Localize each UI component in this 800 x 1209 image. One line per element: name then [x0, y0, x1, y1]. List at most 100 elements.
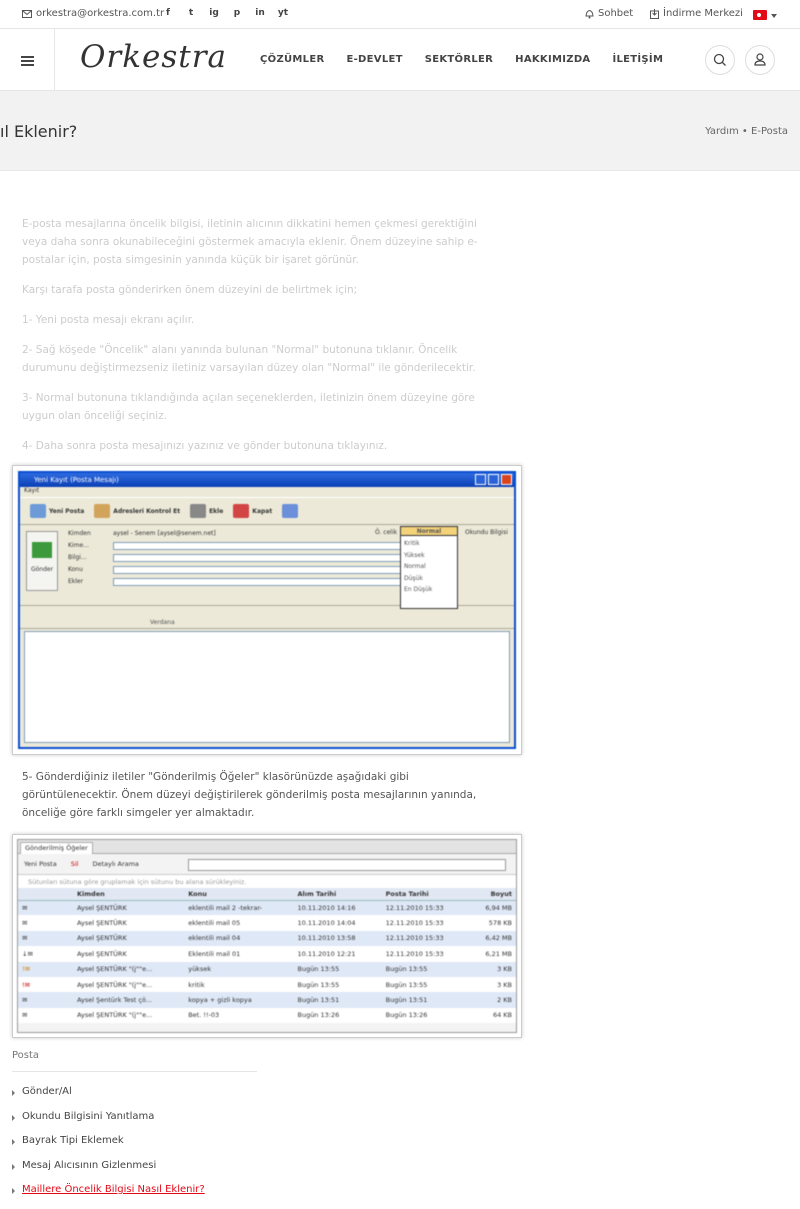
search-button[interactable] [705, 45, 735, 75]
cell: 6,21 MB [469, 946, 516, 962]
cell: 10.11.2010 14:16 [293, 900, 382, 916]
turkish-flag-icon[interactable] [753, 10, 767, 20]
user-icon [754, 53, 766, 66]
cell: Aysel ŞENTÜRK [73, 946, 185, 962]
send-button: Gönder [26, 531, 58, 591]
cell: Eklentili mail 01 [184, 946, 294, 962]
tool-label: Yeni Posta [49, 507, 85, 515]
cell: eklentili mail 04 [184, 930, 294, 947]
table-row: !✉ Aysel ŞENTÜRK "(j""e... kritik Bugün 13:… [18, 976, 516, 993]
pencil-icon [282, 504, 299, 518]
cell: 12.11.2010 15:33 [381, 915, 470, 931]
column-header: Kimden [73, 888, 185, 901]
envelope-icon: ✉ [18, 930, 73, 947]
nav-item-sectors[interactable]: SEKTÖRLER [425, 54, 493, 65]
email-link[interactable]: orkestra@orkestra.com.tr [22, 8, 164, 19]
chevron-down-icon[interactable] [771, 14, 777, 18]
pinterest-icon[interactable]: p [231, 7, 243, 19]
subject-row: Konu [68, 565, 428, 574]
user-account-button[interactable] [745, 45, 775, 75]
nav-item-contact[interactable]: İLETİŞİM [612, 54, 663, 65]
instagram-icon[interactable]: ig [208, 7, 220, 19]
article-lead: Karşı tarafa posta gönderirken önem düze… [22, 284, 358, 296]
logo[interactable]: Orkestra [80, 39, 227, 75]
field-label: Bilgi... [68, 554, 87, 561]
nav-item-about[interactable]: HAKKIMIZDA [515, 54, 590, 65]
paperclip-icon [190, 504, 207, 518]
cell: 12.11.2010 15:33 [381, 900, 470, 916]
cell: 10.11.2010 14:04 [293, 915, 382, 931]
cell: Aysel Şentürk Test çö... [73, 992, 185, 1008]
high-priority-envelope-icon: !✉ [18, 961, 73, 977]
article-step-3: 3- Normal butonuna tıklandığında açılan … [22, 392, 475, 422]
article-step-2: 2- Sağ köşede "Öncelik" alanı yanında bu… [22, 344, 476, 374]
cell: Bet. !!-03 [184, 1007, 294, 1024]
article-intro: E-posta mesajlarına öncelik bilgisi, ile… [22, 218, 478, 266]
article-step-5: 5- Gönderdiğiniz iletiler "Gönderilmiş Ö… [22, 771, 477, 819]
linkedin-icon[interactable]: in [254, 7, 266, 19]
table-row: ✉ Aysel ŞENTÜRK "(j""e... Bet. !!-03 Bugün … [18, 1007, 516, 1024]
youtube-icon[interactable]: yt [277, 7, 289, 19]
table-row: ✉ Aysel Şentürk Test çö... kopya + gizli k… [18, 992, 516, 1008]
sidebar-item-mail-priority[interactable]: Maillere Öncelik Bilgisi Nasıl Eklenir? [12, 1184, 257, 1209]
cell: 3 KB [469, 961, 516, 977]
table-row: ↓✉ Aysel ŞENTÜRK Eklentili mail 01 10.11.20… [18, 946, 516, 962]
download-center-link[interactable]: İndirme Merkezi [650, 8, 743, 19]
column-header: Boyut [469, 888, 516, 901]
cell: 64 KB [469, 1007, 516, 1024]
cell: kritik [184, 976, 294, 993]
nav-item-solutions[interactable]: ÇÖZÜMLER [260, 54, 324, 65]
attach-tool: Ekle [190, 504, 223, 518]
main-nav: ÇÖZÜMLER E-DEVLET SEKTÖRLER HAKKIMIZDA İ… [260, 54, 663, 65]
sidebar-item-hide-recipients[interactable]: Mesaj Alıcısının Gizlenmesi [12, 1160, 257, 1185]
sidebar-item-send-receive[interactable]: Gönder/Al [12, 1086, 257, 1111]
download-label: İndirme Merkezi [663, 8, 743, 19]
cell: Aysel ŞENTÜRK "(j""e... [73, 961, 185, 977]
cell: 578 KB [469, 915, 516, 931]
cell: Bugün 13:51 [293, 992, 382, 1008]
sidebar-heading: Posta [12, 1050, 257, 1072]
cell: 12.11.2010 15:33 [381, 930, 470, 947]
sidebar-item-read-receipt[interactable]: Okundu Bilgisini Yanıtlama [12, 1111, 257, 1136]
social-links: f t ig p in yt [162, 7, 289, 19]
tool-label: Kapat [252, 507, 273, 515]
attachments-field [113, 577, 428, 586]
hamburger-icon-line [21, 64, 34, 66]
new-mail-icon [30, 504, 46, 518]
font-select: Verdana [150, 619, 175, 626]
field-label: Ekler [68, 578, 84, 585]
breadcrumb[interactable]: Yardım • E-Posta [705, 126, 788, 137]
chat-link[interactable]: Sohbet [585, 8, 633, 19]
cell: Aysel ŞENTÜRK [73, 900, 185, 916]
close-tool: Kapat [233, 504, 272, 518]
nav-item-e-government[interactable]: E-DEVLET [346, 54, 402, 65]
email-text: orkestra@orkestra.com.tr [36, 8, 165, 19]
table-row: ✉ Aysel ŞENTÜRK eklentili mail 05 10.11.201… [18, 915, 516, 931]
sent-items-search-box [188, 859, 506, 871]
to-field [113, 541, 428, 550]
priority-dropdown: Normal Kritik Yüksek Normal Düşük En Düş… [400, 526, 458, 609]
twitter-icon[interactable]: t [185, 7, 197, 19]
menu-toggle-button[interactable] [0, 29, 55, 91]
tool-label: Ekle [209, 507, 224, 515]
column-header: Posta Tarihi [381, 888, 470, 901]
sent-items-screenshot: Gönderilmiş Öğeler Yeni Posta Sil Detayl… [12, 834, 522, 1038]
attachments-row: Ekler [68, 577, 428, 586]
chat-label: Sohbet [598, 8, 634, 19]
cell: Aysel ŞENTÜRK "(j""e... [73, 1007, 185, 1024]
cell: 12.11.2010 15:33 [381, 946, 470, 962]
cell: yüksek [184, 961, 294, 977]
maximize-icon [488, 474, 499, 485]
priority-option: En Düşük [404, 586, 433, 593]
from-row: Kimden aysel - Senem [aysel@senem.net] [68, 529, 428, 538]
sidebar: Posta Gönder/Al Okundu Bilgisini Yanıtla… [12, 1050, 257, 1209]
priority-option: Normal [404, 563, 426, 570]
cell: Aysel ŞENTÜRK [73, 915, 185, 931]
people-icon [94, 504, 111, 518]
low-priority-envelope-icon: ↓✉ [18, 946, 73, 962]
article-step-1: 1- Yeni posta mesajı ekranı açılır. [22, 314, 195, 326]
bell-icon [585, 9, 594, 18]
cell: Aysel ŞENTÜRK "(j""e... [73, 976, 185, 993]
facebook-icon[interactable]: f [162, 7, 174, 19]
sidebar-item-flag-type[interactable]: Bayrak Tipi Eklemek [12, 1135, 257, 1160]
